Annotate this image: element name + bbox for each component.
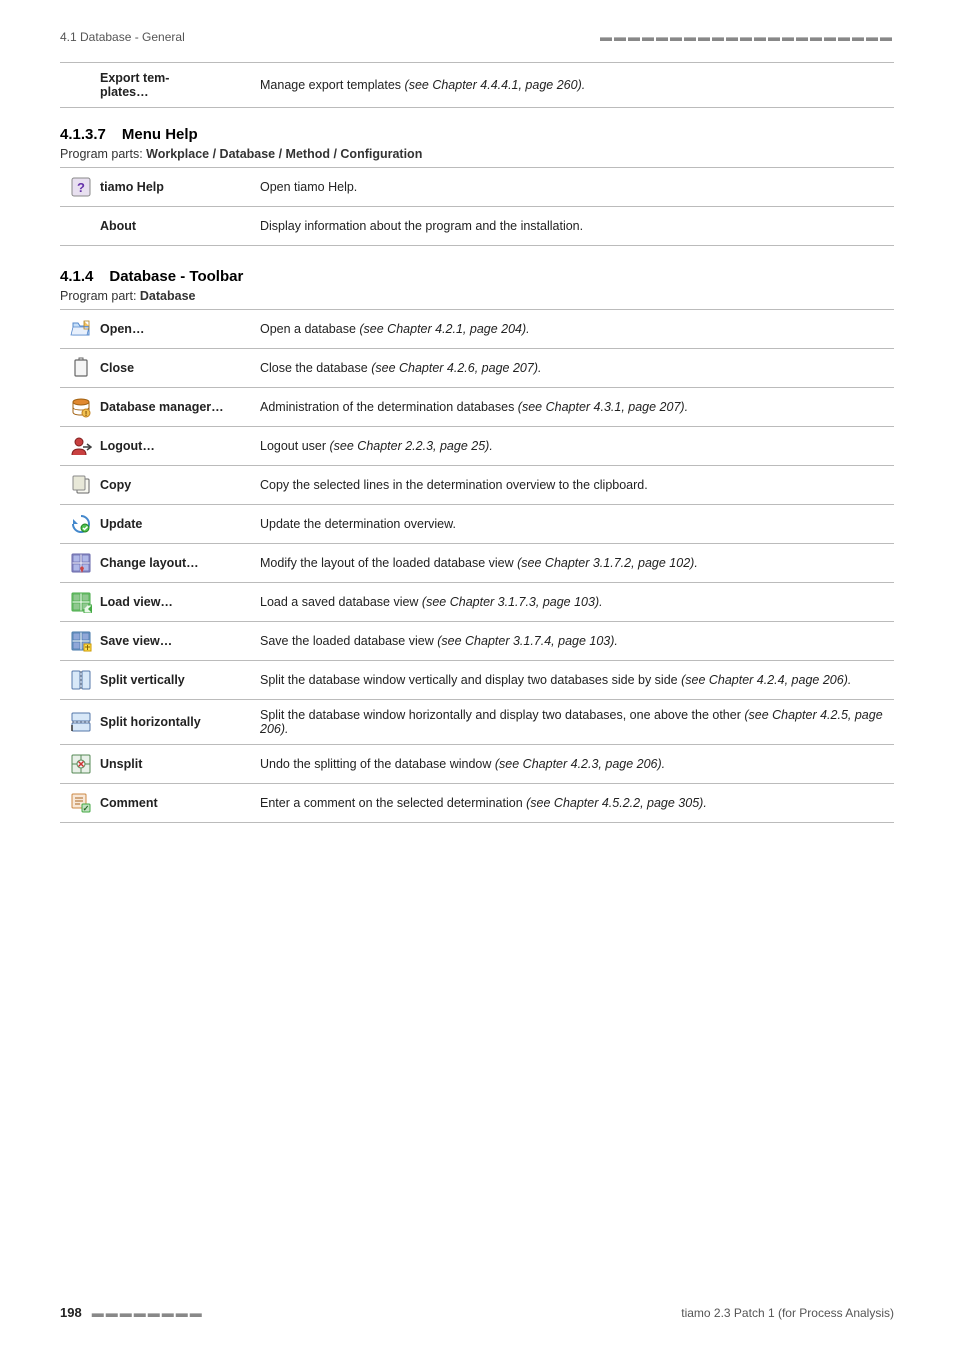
- section-menu-help-program-part: Program parts: Workplace / Database / Me…: [60, 147, 894, 161]
- export-templates-table: Export tem- plates… Manage export templa…: [60, 62, 894, 108]
- split-vertically-icon: [70, 669, 92, 691]
- table-row: Unsplit Undo the splitting of the databa…: [60, 745, 894, 784]
- copy-icon: [70, 474, 92, 496]
- footer-app-name: tiamo 2.3 Patch 1 (for Process Analysis): [681, 1306, 894, 1320]
- section-menu-help-title: Menu Help: [122, 126, 198, 143]
- table-row: Update Update the determination overview…: [60, 505, 894, 544]
- comment-icon: ✓: [70, 792, 92, 814]
- export-templates-icon: [70, 74, 92, 96]
- section-db-toolbar-number: 4.1.4: [60, 268, 93, 285]
- change-layout-icon: [70, 552, 92, 574]
- load-view-description: Load a saved database view (see Chapter …: [250, 583, 894, 622]
- table-row: Split horizontally Split the database wi…: [60, 700, 894, 745]
- copy-label: Copy: [60, 466, 250, 505]
- unsplit-label: Unsplit: [60, 745, 250, 784]
- unsplit-description: Undo the splitting of the database windo…: [250, 745, 894, 784]
- export-label: Export tem- plates…: [60, 63, 250, 108]
- table-row: Change layout… Modify the layout of the …: [60, 544, 894, 583]
- split-horizontally-icon: [70, 711, 92, 733]
- about-description: Display information about the program an…: [250, 207, 894, 246]
- open-label: Open…: [60, 310, 250, 349]
- table-row: Split vertically Split the database wind…: [60, 661, 894, 700]
- tiamo-help-icon: ?: [70, 176, 92, 198]
- save-view-description: Save the loaded database view (see Chapt…: [250, 622, 894, 661]
- table-row: ✓ Comment Enter a comment on the selecte…: [60, 784, 894, 823]
- section-menu-help-heading: 4.1.3.7 Menu Help: [60, 126, 894, 143]
- section-db-toolbar-heading: 4.1.4 Database - Toolbar: [60, 268, 894, 285]
- menu-help-table: ? tiamo Help Open tiamo Help. About Disp…: [60, 167, 894, 246]
- split-vertically-label: Split vertically: [60, 661, 250, 700]
- split-vertically-description: Split the database window vertically and…: [250, 661, 894, 700]
- load-view-icon: [70, 591, 92, 613]
- export-description: Manage export templates (see Chapter 4.4…: [250, 63, 894, 108]
- open-description: Open a database (see Chapter 4.2.1, page…: [250, 310, 894, 349]
- section-menu-help-number: 4.1.3.7: [60, 126, 106, 143]
- update-label: Update: [60, 505, 250, 544]
- page-header-dots: ▬▬▬▬▬▬▬▬▬▬▬▬▬▬▬▬▬▬▬▬▬: [600, 30, 894, 44]
- page: 4.1 Database - General ▬▬▬▬▬▬▬▬▬▬▬▬▬▬▬▬▬…: [0, 0, 954, 883]
- close-description: Close the database (see Chapter 4.2.6, p…: [250, 349, 894, 388]
- split-horizontally-description: Split the database window horizontally a…: [250, 700, 894, 745]
- page-footer: 198 ▬▬▬▬▬▬▬▬ tiamo 2.3 Patch 1 (for Proc…: [60, 1305, 894, 1320]
- logout-icon: [70, 435, 92, 457]
- comment-description: Enter a comment on the selected determin…: [250, 784, 894, 823]
- db-toolbar-table: Open… Open a database (see Chapter 4.2.1…: [60, 309, 894, 823]
- table-row: Save view… Save the loaded database view…: [60, 622, 894, 661]
- load-view-label: Load view…: [60, 583, 250, 622]
- database-manager-label: ! Database manager…: [60, 388, 250, 427]
- split-horizontally-label: Split horizontally: [60, 700, 250, 745]
- section-db-toolbar-program-part: Program part: Database: [60, 289, 894, 303]
- page-header-title: 4.1 Database - General: [60, 30, 185, 44]
- table-row: About Display information about the prog…: [60, 207, 894, 246]
- logout-description: Logout user (see Chapter 2.2.3, page 25)…: [250, 427, 894, 466]
- svg-text:!: !: [85, 411, 87, 418]
- database-manager-icon: !: [70, 396, 92, 418]
- comment-label: ✓ Comment: [60, 784, 250, 823]
- table-row: Export tem- plates… Manage export templa…: [60, 63, 894, 108]
- change-layout-description: Modify the layout of the loaded database…: [250, 544, 894, 583]
- update-description: Update the determination overview.: [250, 505, 894, 544]
- open-icon: [70, 318, 92, 340]
- database-manager-description: Administration of the determination data…: [250, 388, 894, 427]
- table-row: Close Close the database (see Chapter 4.…: [60, 349, 894, 388]
- save-view-label: Save view…: [60, 622, 250, 661]
- table-row: Logout… Logout user (see Chapter 2.2.3, …: [60, 427, 894, 466]
- about-icon: [70, 215, 92, 237]
- logout-label: Logout…: [60, 427, 250, 466]
- table-row: ! Database manager… Administration of th…: [60, 388, 894, 427]
- page-header: 4.1 Database - General ▬▬▬▬▬▬▬▬▬▬▬▬▬▬▬▬▬…: [60, 30, 894, 44]
- section-db-toolbar-title: Database - Toolbar: [109, 268, 243, 285]
- table-row: Load view… Load a saved database view (s…: [60, 583, 894, 622]
- footer-page-number: 198: [60, 1305, 82, 1320]
- change-layout-label: Change layout…: [60, 544, 250, 583]
- table-row: ? tiamo Help Open tiamo Help.: [60, 168, 894, 207]
- close-label: Close: [60, 349, 250, 388]
- table-row: Copy Copy the selected lines in the dete…: [60, 466, 894, 505]
- unsplit-icon: [70, 753, 92, 775]
- tiamo-help-description: Open tiamo Help.: [250, 168, 894, 207]
- tiamo-help-label: ? tiamo Help: [60, 168, 250, 207]
- save-view-icon: [70, 630, 92, 652]
- about-label: About: [60, 207, 250, 246]
- close-icon: [70, 357, 92, 379]
- svg-text:?: ?: [77, 180, 85, 195]
- footer-dots: ▬▬▬▬▬▬▬▬: [92, 1306, 204, 1320]
- copy-description: Copy the selected lines in the determina…: [250, 466, 894, 505]
- svg-text:✓: ✓: [83, 804, 90, 813]
- table-row: Open… Open a database (see Chapter 4.2.1…: [60, 310, 894, 349]
- update-icon: [70, 513, 92, 535]
